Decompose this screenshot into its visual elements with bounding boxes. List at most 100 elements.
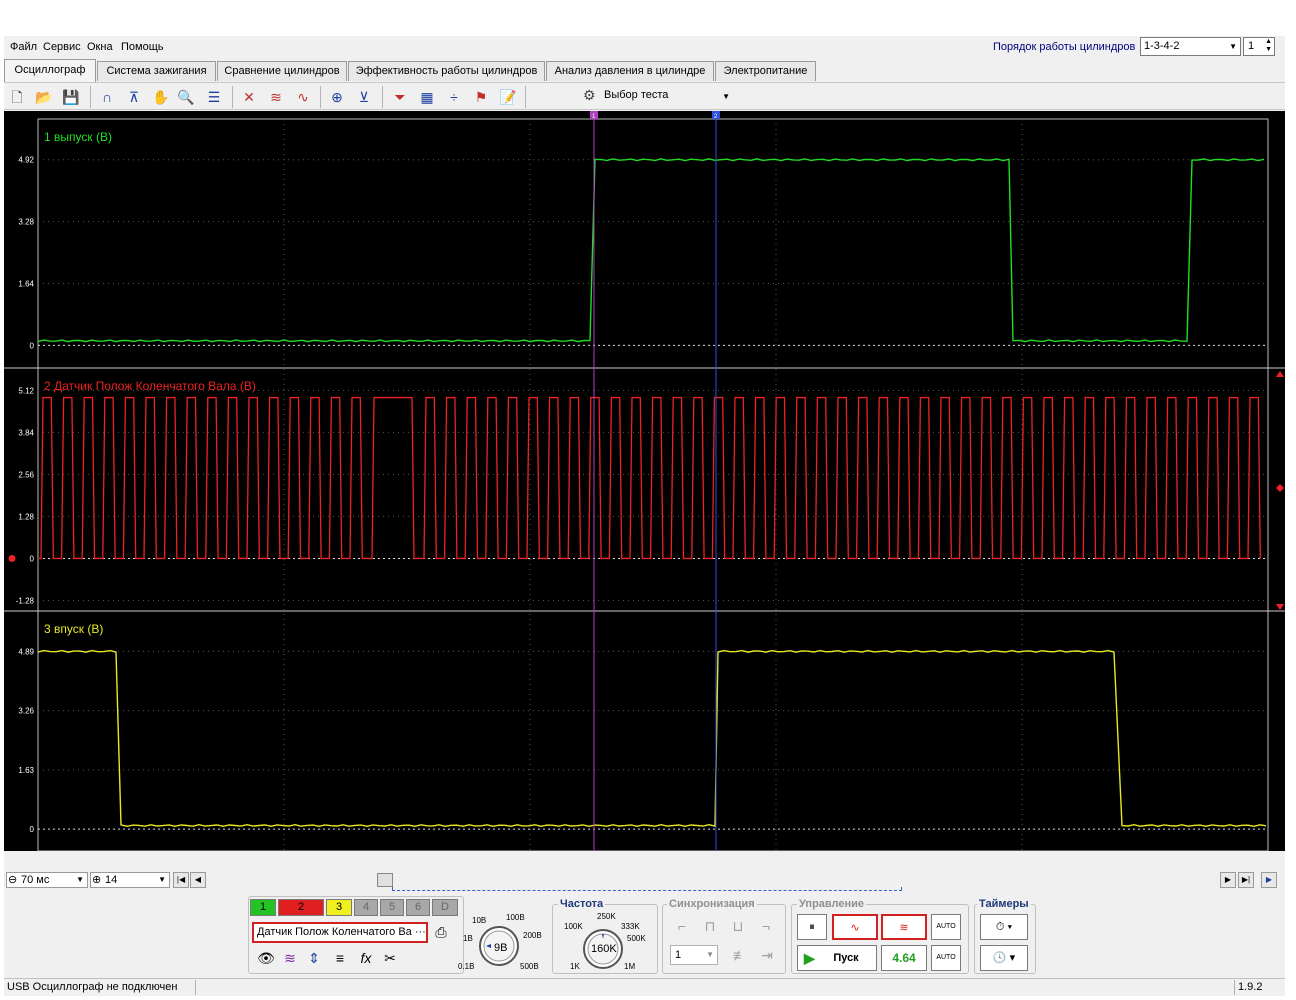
frequency-label: 333K [621,922,640,931]
y-tick-label: 0 [30,554,35,563]
new-file-icon[interactable]: 🗋 [7,87,27,107]
pulse-up-icon[interactable]: ⊓ [700,916,720,936]
sync-position-icon[interactable]: ⇥ [757,945,777,965]
tab-ignition[interactable]: Система зажигания [97,61,216,81]
menu-windows[interactable]: Окна [87,41,113,53]
zoom-in-icon[interactable]: ⊕ [92,873,101,887]
play-blue-button[interactable]: ▶ [1261,872,1277,888]
notes-icon[interactable]: 📝 [498,87,518,107]
channel-name-field[interactable]: Датчик Полож Коленчатого Ва ··· [252,922,428,943]
overlay-icon[interactable]: ✕ [239,87,259,107]
value-display-button[interactable]: 4.64 [881,945,927,971]
sync-title: Синхронизация [667,898,757,910]
flag-icon[interactable]: ⚑ [471,87,491,107]
tab-oscilloscope[interactable]: Осциллограф [4,59,96,82]
step-back-button[interactable]: ◀ [190,872,206,888]
vertical-move-icon[interactable]: ⇕ [304,948,324,968]
open-folder-icon[interactable]: 📂 [34,87,54,107]
frequency-label: 1K [570,962,580,971]
zoom-icon[interactable]: 🔍 [176,87,196,107]
go-start-button[interactable]: |◀ [173,872,189,888]
rising-edge-icon[interactable]: ⌐ [672,916,692,936]
stack-waves-icon[interactable]: ≋ [266,87,286,107]
channel-button-4[interactable]: 4 [354,899,378,916]
status-bar: USB Осциллограф не подключен 1.9.2 [4,978,1285,996]
gear-icon: ⚙ [583,87,596,103]
hline-icon[interactable]: ≡ [330,948,350,968]
timer-start-button[interactable]: ⏱ ▾ [980,914,1028,940]
menu-file[interactable]: Файл [10,41,37,53]
multi-wave-icon[interactable]: ∿ [293,87,313,107]
grid-icon[interactable]: ▦ [417,87,437,107]
tab-pressure-analysis[interactable]: Анализ давления в цилиндре [546,61,714,81]
split-icon[interactable]: ÷ [444,87,464,107]
channel-2-waveform [38,396,1261,560]
tab-cylinder-comparison[interactable]: Сравнение цилиндров [217,61,347,81]
filter-icon[interactable]: ⏷ [390,87,410,107]
y-tick-label: 3.84 [18,428,34,437]
spin-arrows-icon[interactable]: ▲ ▼ [1265,38,1272,54]
auto-sync-button[interactable]: AUTO [931,945,961,971]
tools-icon[interactable]: ✂ [380,948,400,968]
channel-2-zero-marker[interactable] [8,554,16,562]
layers-icon[interactable]: ☰ [204,87,224,107]
pulse-down-icon[interactable]: ⊔ [728,916,748,936]
channel-button-D[interactable]: D [432,899,458,916]
channel-button-5[interactable]: 5 [380,899,404,916]
channel-button-3[interactable]: 3 [326,899,352,916]
channel-zoom-select[interactable]: ⊕ 14 ▼ [90,872,170,888]
timebase-select[interactable]: ⊖ 70 мс ▼ [6,872,88,888]
scale-up-icon[interactable] [1276,371,1284,377]
step-forward-button[interactable]: ▶ [1220,872,1236,888]
scrollbar-thumb[interactable] [377,873,393,887]
channel-settings-icon[interactable]: ⎙ [431,922,451,942]
control-title: Управление [797,898,867,910]
noise-mode-button[interactable]: ≋ [881,914,927,940]
go-end-button[interactable]: ▶| [1238,872,1254,888]
test-select-label: Выбор теста [604,89,669,101]
y-tick-label: 5.12 [18,386,34,395]
start-button-label: Пуск [833,952,859,964]
zero-level-icon[interactable]: ⊻ [354,87,374,107]
tab-power-supply[interactable]: Электропитание [715,61,816,81]
channel-button-1[interactable]: 1 [250,899,276,916]
sync-channel-value: 1 [675,949,682,961]
trigger-marker-icon[interactable]: ⊼ [124,87,144,107]
y-tick-label: 0 [30,341,35,350]
function-icon[interactable]: fx [356,948,376,968]
auto-scale-icon[interactable]: ⊕ [327,87,347,107]
falling-edge-icon[interactable]: ¬ [756,916,776,936]
zoom-out-icon[interactable]: ⊖ [8,873,17,887]
eye-icon[interactable]: 👁 [256,948,276,968]
toolbar-divider [232,86,233,108]
scale-down-icon[interactable] [1276,604,1284,610]
connection-status: USB Осциллограф не подключен [4,980,196,995]
sync-level-icon[interactable]: ≢ [730,945,750,965]
y-tick-label: 3.26 [18,707,34,716]
timer-stop-button[interactable]: 🕓 ▾ [980,945,1028,971]
start-button[interactable]: ▶ Пуск [797,945,877,971]
stopwatch-icon: ⏱ ▾ [995,921,1013,933]
oscilloscope-display[interactable]: 0.7600.7740.7880.8020.8161 выпуск (В)4.9… [4,111,1285,851]
oscilloscope-plot[interactable]: 0.7600.7740.7880.8020.8161 выпуск (В)4.9… [4,111,1285,851]
tab-cylinder-efficiency[interactable]: Эффективность работы цилиндров [348,61,545,81]
offset-marker-icon[interactable] [1276,484,1284,492]
wave-cursor-icon[interactable]: ∩ [97,87,117,107]
channel-button-2[interactable]: 2 [278,899,324,916]
auto-mode-button[interactable]: AUTO [931,914,961,940]
channel-title: 2 Датчик Полож Коленчатого Вала (В) [44,379,256,393]
cylinder-order-select[interactable]: 1-3-4-2 ▼ [1140,37,1241,56]
test-select-dropdown[interactable]: ⚙ Выбор теста ▼ [578,86,736,107]
channel-button-6[interactable]: 6 [406,899,430,916]
volt-label: 100В [506,913,525,922]
menu-service[interactable]: Сервис [43,41,81,53]
hand-pan-icon[interactable]: ✋ [151,87,171,107]
save-icon[interactable]: 💾 [61,87,81,107]
sine-mode-button[interactable]: ∿ [832,914,878,940]
scrollbar-track[interactable] [392,887,902,891]
sync-channel-select[interactable]: 1 ▼ [670,945,718,965]
menu-help[interactable]: Помощь [121,41,164,53]
cylinder-spin-input[interactable]: 1 ▲ ▼ [1243,37,1275,56]
wave-filter-icon[interactable]: ≋ [280,948,300,968]
pause-button[interactable]: ⏸ [797,914,827,940]
